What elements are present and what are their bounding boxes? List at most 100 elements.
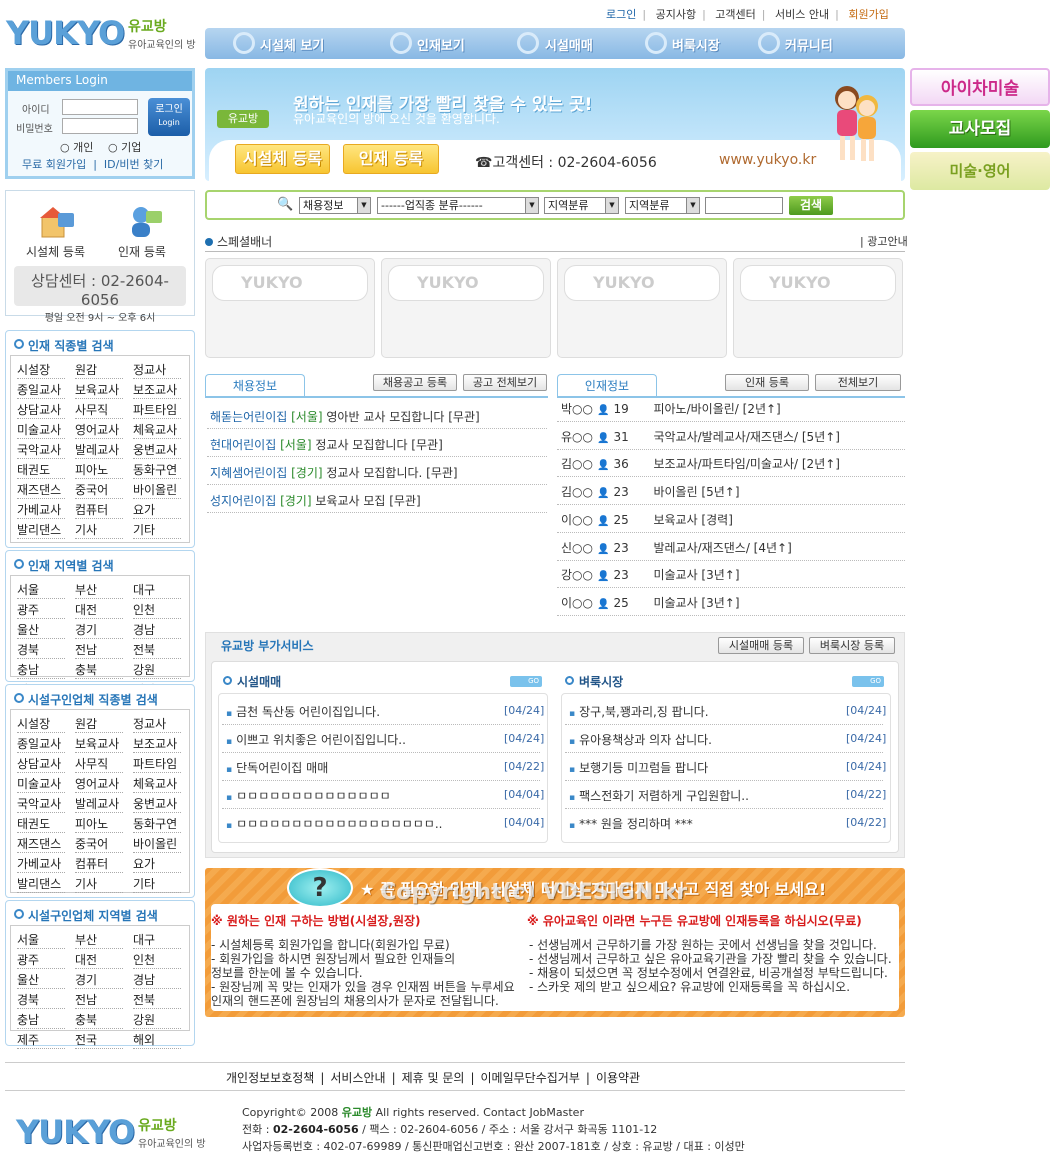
ad-english[interactable]: 미술·영어 — [910, 152, 1050, 190]
category-item[interactable]: 경남 — [133, 621, 182, 639]
category-item[interactable]: 전북 — [133, 641, 182, 659]
radio-company[interactable]: ○ 기업 — [108, 139, 141, 155]
site-logo[interactable]: YUKYO 유교방 유아교육인의 방 — [6, 14, 231, 52]
sale-row[interactable]: ㅁㅁㅁㅁㅁㅁㅁㅁㅁㅁㅁㅁㅁㅁ — [226, 787, 391, 804]
category-item[interactable]: 피아노 — [75, 461, 124, 479]
category-item[interactable]: 가베교사 — [17, 855, 66, 873]
category-item[interactable]: 강원 — [133, 1011, 182, 1029]
category-item[interactable]: 원감 — [75, 715, 124, 733]
category-item[interactable]: 파트타임 — [133, 401, 182, 419]
category-item[interactable]: 인천 — [133, 601, 182, 619]
category-item[interactable]: 대전 — [75, 951, 124, 969]
category-item[interactable]: 발리댄스 — [17, 875, 66, 893]
flea-register-button[interactable]: 벼룩시장 등록 — [809, 637, 895, 654]
search-input[interactable] — [705, 197, 783, 214]
footer-email-policy[interactable]: 이메일무단수집거부 — [475, 1071, 586, 1085]
sale-row[interactable]: 이쁘고 위치좋은 어린이집입니다.. — [226, 731, 406, 748]
category-item[interactable]: 발레교사 — [75, 795, 124, 813]
search-button[interactable]: 검색 — [789, 196, 833, 215]
category-item[interactable]: 제주 — [17, 1031, 66, 1049]
select-region-1[interactable]: 지역분류 ▼ — [544, 197, 619, 214]
password-input[interactable] — [62, 118, 138, 134]
category-item[interactable]: 체육교사 — [133, 775, 182, 793]
talent-row[interactable]: 강○○ 👤 23 미술교사 [3년↑] — [561, 566, 740, 583]
category-item[interactable]: 발리댄스 — [17, 521, 66, 539]
category-item[interactable]: 전남 — [75, 641, 124, 659]
flea-row[interactable]: 팩스전화기 저렴하게 구입원합니.. — [569, 787, 749, 804]
category-item[interactable]: 울산 — [17, 621, 66, 639]
category-item[interactable]: 가베교사 — [17, 501, 66, 519]
category-item[interactable]: 광주 — [17, 601, 66, 619]
category-item[interactable]: 웅변교사 — [133, 795, 182, 813]
category-item[interactable]: 바이올린 — [133, 835, 182, 853]
special-banner-slot[interactable]: YUKYO — [381, 258, 551, 358]
category-item[interactable]: 재즈댄스 — [17, 835, 66, 853]
category-item[interactable]: 동화구연 — [133, 461, 182, 479]
banner-talent-button[interactable]: 인재 등록 — [343, 144, 439, 174]
talent-all-button[interactable]: 전체보기 — [815, 374, 901, 391]
tab-jobs[interactable]: 채용정보 — [205, 374, 305, 396]
category-item[interactable]: 보육교사 — [75, 735, 124, 753]
find-link[interactable]: ID/비번 찾기 — [104, 158, 163, 171]
category-item[interactable]: 태권도 — [17, 815, 66, 833]
radio-personal[interactable]: ○ 개인 — [60, 139, 93, 155]
category-item[interactable]: 체육교사 — [133, 421, 182, 439]
sale-row[interactable]: 금천 독산동 어린이집입니다. — [226, 703, 380, 720]
category-item[interactable]: 시설장 — [17, 361, 66, 379]
top-link-login[interactable]: 로그인 — [600, 8, 642, 21]
category-item[interactable]: 상담교사 — [17, 755, 66, 773]
category-item[interactable]: 요가 — [133, 501, 182, 519]
banner-facility-button[interactable]: 시설체 등록 — [235, 144, 330, 174]
select-job-type[interactable]: ------업직종 분류------ ▼ — [377, 197, 539, 214]
category-item[interactable]: 종일교사 — [17, 381, 66, 399]
category-item[interactable]: 전남 — [75, 991, 124, 1009]
job-row[interactable]: 해돋는어린이집 [서울] 영아반 교사 모집합니다 [무관] — [210, 408, 480, 425]
top-link-join[interactable]: 회원가입 — [842, 8, 894, 21]
category-item[interactable]: 발레교사 — [75, 441, 124, 459]
talent-register-button[interactable]: 인재 등록 — [725, 374, 809, 391]
flea-row[interactable]: 장구,북,꽹과리,징 팝니다. — [569, 703, 708, 720]
talent-row[interactable]: 김○○ 👤 36 보조교사/파트타임/미술교사/ [2년↑] — [561, 455, 840, 472]
category-item[interactable]: 컴퓨터 — [75, 855, 124, 873]
category-item[interactable]: 요가 — [133, 855, 182, 873]
ad-info-link[interactable]: | 광고안내 — [860, 233, 908, 249]
banner-url[interactable]: www.yukyo.kr — [719, 152, 816, 168]
job-register-button[interactable]: 채용공고 등록 — [373, 374, 457, 391]
category-item[interactable]: 동화구연 — [133, 815, 182, 833]
category-item[interactable]: 정교사 — [133, 715, 182, 733]
category-item[interactable]: 기타 — [133, 521, 182, 539]
special-banner-slot[interactable]: YUKYO — [557, 258, 727, 358]
category-item[interactable]: 바이올린 — [133, 481, 182, 499]
special-banner-slot[interactable]: YUKYO — [205, 258, 375, 358]
category-item[interactable]: 파트타임 — [133, 755, 182, 773]
top-link-support[interactable]: 고객센터 — [709, 8, 761, 21]
nav-sale[interactable]: 시설매매 — [545, 35, 593, 54]
category-item[interactable]: 태권도 — [17, 461, 66, 479]
nav-community[interactable]: 커뮤니티 — [785, 35, 833, 54]
category-item[interactable]: 인천 — [133, 951, 182, 969]
category-item[interactable]: 영어교사 — [75, 421, 124, 439]
category-item[interactable]: 재즈댄스 — [17, 481, 66, 499]
category-item[interactable]: 컴퓨터 — [75, 501, 124, 519]
category-item[interactable]: 정교사 — [133, 361, 182, 379]
category-item[interactable]: 사무직 — [75, 401, 124, 419]
category-item[interactable]: 종일교사 — [17, 735, 66, 753]
nav-talent[interactable]: 인재보기 — [417, 35, 465, 54]
special-banner-slot[interactable]: YUKYO — [733, 258, 903, 358]
footer-privacy[interactable]: 개인정보보호정책 — [220, 1071, 320, 1085]
sale-row[interactable]: 단독어린이집 매매 — [226, 759, 328, 776]
category-item[interactable]: 중국어 — [75, 835, 124, 853]
sale-register-button[interactable]: 시설매매 등록 — [718, 637, 804, 654]
ad-art[interactable]: 아이차미술 — [910, 68, 1050, 106]
id-input[interactable] — [62, 99, 138, 115]
category-item[interactable]: 기타 — [133, 875, 182, 893]
category-item[interactable]: 영어교사 — [75, 775, 124, 793]
category-item[interactable]: 부산 — [75, 931, 124, 949]
category-item[interactable]: 기사 — [75, 875, 124, 893]
category-item[interactable]: 해외 — [133, 1031, 182, 1049]
category-item[interactable]: 광주 — [17, 951, 66, 969]
nav-facility[interactable]: 시설체 보기 — [260, 35, 324, 54]
sale-go-button[interactable]: GO — [510, 676, 542, 687]
talent-row[interactable]: 신○○ 👤 23 발레교사/재즈댄스/ [4년↑] — [561, 539, 792, 556]
category-item[interactable]: 국악교사 — [17, 441, 66, 459]
